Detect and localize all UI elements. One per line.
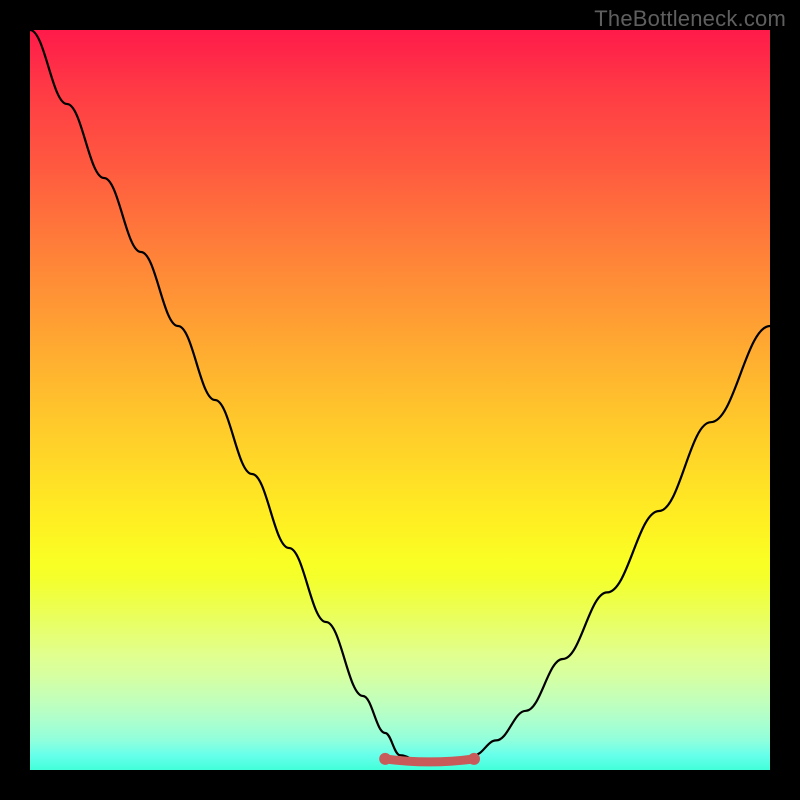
plot-area [30,30,770,770]
trough-dot-right [468,753,480,765]
chart-container: TheBottleneck.com [0,0,800,800]
trough-dot-left [379,753,391,765]
trough-marker [385,759,474,762]
bottleneck-curve [30,30,770,763]
watermark-text: TheBottleneck.com [594,6,786,32]
curve-layer [30,30,770,770]
